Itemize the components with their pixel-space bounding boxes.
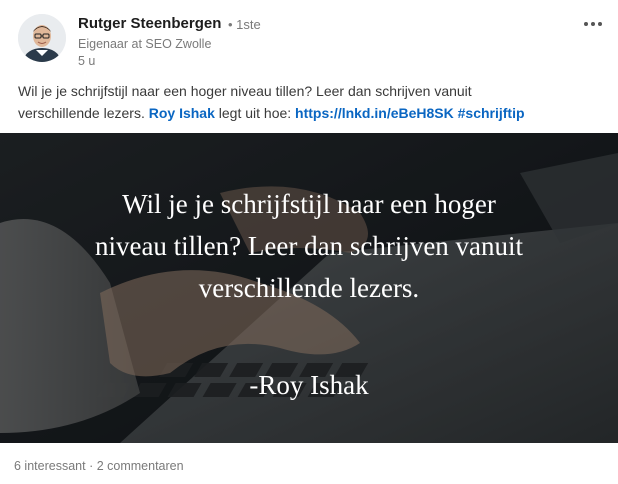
post-image[interactable]: Wil je je schrijfstijl naar een hoger ni… [0, 133, 618, 443]
quote-line-3: verschillende lezers. [198, 273, 420, 303]
post-header: Rutger Steenbergen • 1ste Eigenaar at SE… [0, 0, 618, 72]
social-counts: 6 interessant · 2 commentaren [14, 459, 184, 473]
shared-url-link[interactable]: https://lnkd.in/eBeH8SK [295, 105, 454, 121]
connection-degree: • 1ste [228, 17, 261, 32]
reactions-count[interactable]: 6 interessant [14, 459, 86, 473]
quote-line-2: niveau tillen? Leer dan schrijven vanuit [94, 231, 524, 261]
author-name[interactable]: Rutger Steenbergen [78, 15, 221, 32]
post-text-line1: Wil je je schrijfstijl naar een hoger ni… [18, 83, 472, 99]
mention-link[interactable]: Roy Ishak [149, 105, 215, 121]
author-avatar[interactable] [18, 14, 66, 62]
hashtag-link[interactable]: #schrijftip [458, 105, 525, 121]
quote-line-1: Wil je je schrijfstijl naar een hoger [122, 189, 496, 219]
post-timestamp: 5 u [78, 54, 96, 68]
social-separator: · [89, 459, 94, 473]
post-text: Wil je je schrijfstijl naar een hoger ni… [18, 80, 608, 124]
more-options-icon [584, 22, 588, 26]
comments-count[interactable]: 2 commentaren [97, 459, 184, 473]
profile-photo-icon [18, 14, 66, 62]
image-quote: Wil je je schrijfstijl naar een hoger ni… [0, 183, 618, 309]
post-text-middle: legt uit hoe: [214, 105, 296, 121]
quote-attribution: -Roy Ishak [249, 370, 369, 400]
more-options-button[interactable] [578, 14, 608, 34]
author-headline: Eigenaar at SEO Zwolle [78, 37, 212, 51]
post-text-line2-start: verschillende lezers. [18, 105, 149, 121]
